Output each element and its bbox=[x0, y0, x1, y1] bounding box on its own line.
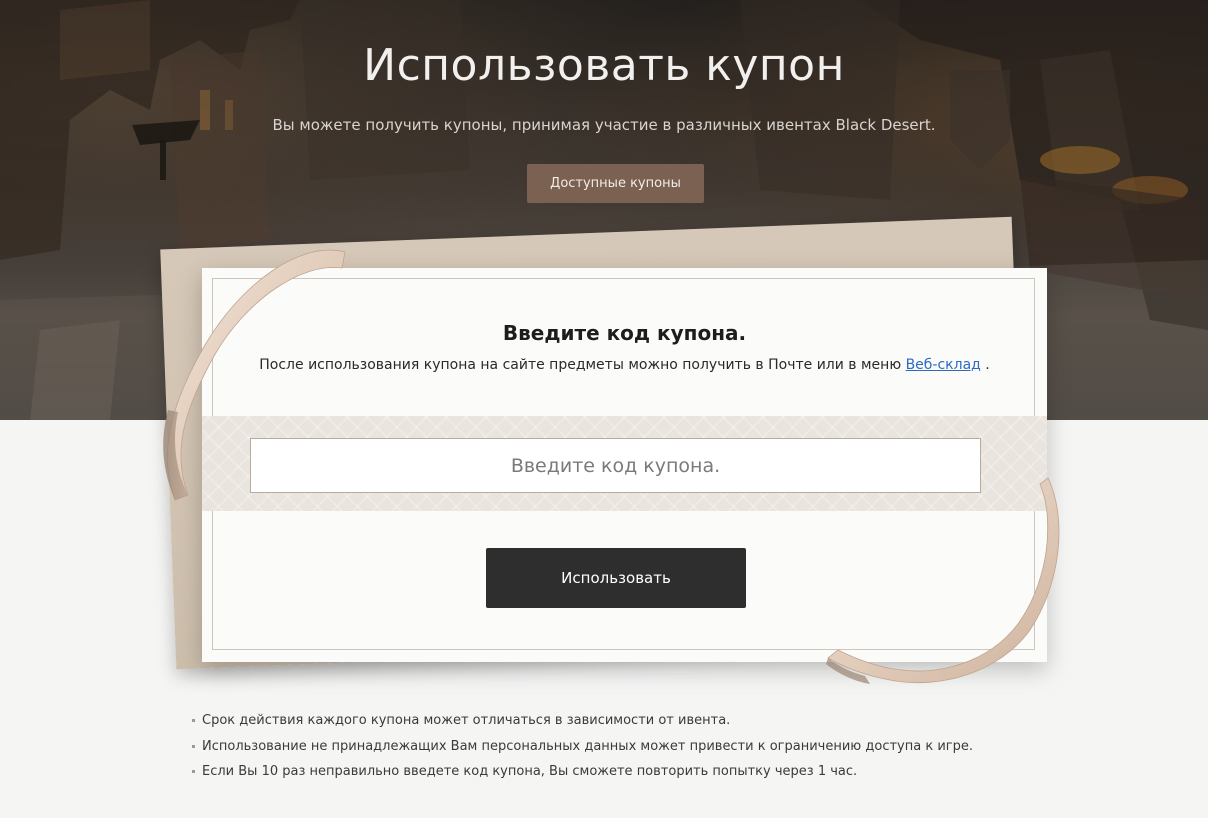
list-item: Срок действия каждого купона может отлич… bbox=[190, 708, 973, 734]
coupon-card: Введите код купона. После использования … bbox=[202, 268, 1047, 662]
note-text: Срок действия каждого купона может отлич… bbox=[202, 713, 731, 728]
available-coupons-button[interactable]: Доступные купоны bbox=[527, 164, 704, 203]
coupon-page: Использовать купон Вы можете получить ку… bbox=[0, 0, 1208, 818]
bullet-icon bbox=[192, 744, 195, 748]
coupon-code-input[interactable] bbox=[250, 438, 981, 493]
list-item: Если Вы 10 раз неправильно введете код к… bbox=[190, 759, 973, 785]
card-description-suffix: . bbox=[980, 357, 990, 373]
card-description-text: После использования купона на сайте пред… bbox=[259, 357, 906, 373]
bullet-icon bbox=[192, 719, 195, 722]
card-description: После использования купона на сайте пред… bbox=[202, 357, 1047, 373]
note-text: Использование не принадлежащих Вам персо… bbox=[202, 738, 973, 754]
card-title: Введите код купона. bbox=[502, 321, 747, 345]
coupon-input-band bbox=[202, 416, 1047, 511]
bullet-icon bbox=[192, 770, 195, 773]
note-text: Если Вы 10 раз неправильно введете код к… bbox=[202, 764, 858, 779]
page-subtitle: Вы можете получить купоны, принимая учас… bbox=[272, 116, 936, 134]
use-coupon-button[interactable]: Использовать bbox=[486, 548, 746, 608]
list-item: Использование не принадлежащих Вам персо… bbox=[190, 734, 973, 760]
web-storage-link[interactable]: Веб-склад bbox=[906, 357, 981, 373]
page-title: Использовать купон bbox=[363, 40, 845, 91]
coupon-notes-list: Срок действия каждого купона может отлич… bbox=[190, 708, 973, 785]
